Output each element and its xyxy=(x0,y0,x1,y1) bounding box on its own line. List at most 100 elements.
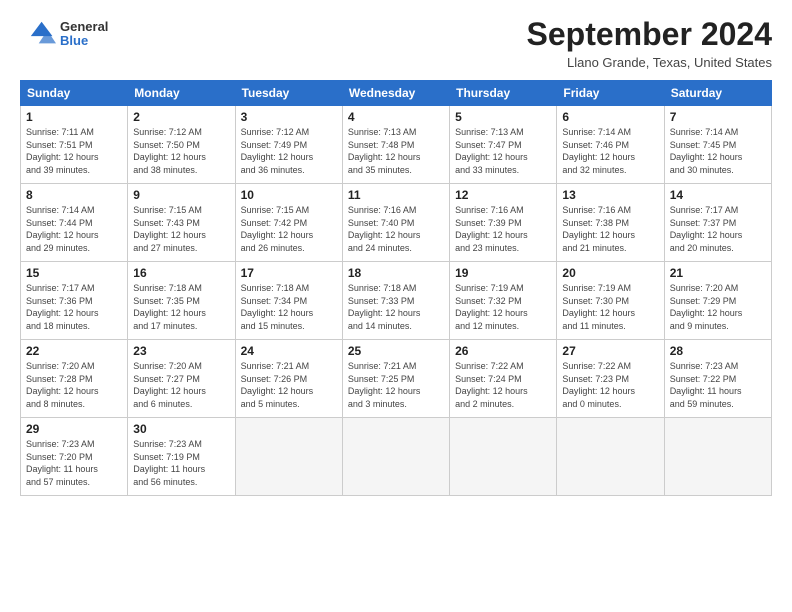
day-info: Sunrise: 7:12 AMSunset: 7:50 PMDaylight:… xyxy=(133,126,229,176)
day-number: 18 xyxy=(348,266,444,280)
day-info: Sunrise: 7:12 AMSunset: 7:49 PMDaylight:… xyxy=(241,126,337,176)
day-info: Sunrise: 7:15 AMSunset: 7:43 PMDaylight:… xyxy=(133,204,229,254)
col-tuesday: Tuesday xyxy=(235,81,342,106)
calendar-cell: 3 Sunrise: 7:12 AMSunset: 7:49 PMDaylight… xyxy=(235,106,342,184)
day-info: Sunrise: 7:23 AMSunset: 7:19 PMDaylight:… xyxy=(133,438,229,488)
day-info: Sunrise: 7:18 AMSunset: 7:34 PMDaylight:… xyxy=(241,282,337,332)
page: General Blue September 2024 Llano Grande… xyxy=(0,0,792,612)
calendar-cell xyxy=(664,418,771,496)
day-info: Sunrise: 7:21 AMSunset: 7:25 PMDaylight:… xyxy=(348,360,444,410)
calendar-cell: 17 Sunrise: 7:18 AMSunset: 7:34 PMDayligh… xyxy=(235,262,342,340)
day-number: 7 xyxy=(670,110,766,124)
calendar-cell: 21 Sunrise: 7:20 AMSunset: 7:29 PMDayligh… xyxy=(664,262,771,340)
day-number: 17 xyxy=(241,266,337,280)
logo-icon xyxy=(20,16,56,52)
week-row-3: 15 Sunrise: 7:17 AMSunset: 7:36 PMDayligh… xyxy=(21,262,772,340)
day-info: Sunrise: 7:21 AMSunset: 7:26 PMDaylight:… xyxy=(241,360,337,410)
day-number: 16 xyxy=(133,266,229,280)
calendar-cell xyxy=(450,418,557,496)
logo-blue: Blue xyxy=(60,34,108,48)
day-number: 30 xyxy=(133,422,229,436)
week-row-1: 1Sunrise: 7:11 AMSunset: 7:51 PMDaylight… xyxy=(21,106,772,184)
day-info: Sunrise: 7:18 AMSunset: 7:33 PMDaylight:… xyxy=(348,282,444,332)
day-number: 27 xyxy=(562,344,658,358)
calendar-cell: 15 Sunrise: 7:17 AMSunset: 7:36 PMDayligh… xyxy=(21,262,128,340)
day-info: Sunrise: 7:16 AMSunset: 7:40 PMDaylight:… xyxy=(348,204,444,254)
logo-general: General xyxy=(60,20,108,34)
day-info: Sunrise: 7:16 AMSunset: 7:39 PMDaylight:… xyxy=(455,204,551,254)
day-info: Sunrise: 7:22 AMSunset: 7:23 PMDaylight:… xyxy=(562,360,658,410)
calendar-cell: 26Sunrise: 7:22 AMSunset: 7:24 PMDayligh… xyxy=(450,340,557,418)
calendar-cell xyxy=(235,418,342,496)
calendar-cell: 18 Sunrise: 7:18 AMSunset: 7:33 PMDayligh… xyxy=(342,262,449,340)
day-number: 28 xyxy=(670,344,766,358)
logo-text: General Blue xyxy=(60,20,108,49)
day-number: 19 xyxy=(455,266,551,280)
day-info: Sunrise: 7:14 AMSunset: 7:46 PMDaylight:… xyxy=(562,126,658,176)
day-info: Sunrise: 7:19 AMSunset: 7:32 PMDaylight:… xyxy=(455,282,551,332)
calendar-cell: 25 Sunrise: 7:21 AMSunset: 7:25 PMDayligh… xyxy=(342,340,449,418)
day-info: Sunrise: 7:22 AMSunset: 7:24 PMDaylight:… xyxy=(455,360,551,410)
day-info: Sunrise: 7:20 AMSunset: 7:28 PMDaylight:… xyxy=(26,360,122,410)
day-number: 5 xyxy=(455,110,551,124)
title-block: September 2024 Llano Grande, Texas, Unit… xyxy=(527,16,772,70)
day-info: Sunrise: 7:20 AMSunset: 7:27 PMDaylight:… xyxy=(133,360,229,410)
day-number: 4 xyxy=(348,110,444,124)
calendar-cell: 19 Sunrise: 7:19 AMSunset: 7:32 PMDayligh… xyxy=(450,262,557,340)
day-number: 15 xyxy=(26,266,122,280)
calendar-cell: 28 Sunrise: 7:23 AMSunset: 7:22 PMDayligh… xyxy=(664,340,771,418)
calendar-cell: 2 Sunrise: 7:12 AMSunset: 7:50 PMDaylight… xyxy=(128,106,235,184)
day-number: 13 xyxy=(562,188,658,202)
calendar-cell: 7Sunrise: 7:14 AMSunset: 7:45 PMDaylight… xyxy=(664,106,771,184)
calendar-cell: 6 Sunrise: 7:14 AMSunset: 7:46 PMDaylight… xyxy=(557,106,664,184)
calendar-cell: 11 Sunrise: 7:16 AMSunset: 7:40 PMDayligh… xyxy=(342,184,449,262)
month-title: September 2024 xyxy=(527,16,772,53)
day-number: 8 xyxy=(26,188,122,202)
day-info: Sunrise: 7:20 AMSunset: 7:29 PMDaylight:… xyxy=(670,282,766,332)
day-number: 25 xyxy=(348,344,444,358)
col-friday: Friday xyxy=(557,81,664,106)
day-info: Sunrise: 7:18 AMSunset: 7:35 PMDaylight:… xyxy=(133,282,229,332)
calendar-cell: 14 Sunrise: 7:17 AMSunset: 7:37 PMDayligh… xyxy=(664,184,771,262)
day-number: 21 xyxy=(670,266,766,280)
day-number: 2 xyxy=(133,110,229,124)
logo: General Blue xyxy=(20,16,108,52)
day-number: 1 xyxy=(26,110,122,124)
day-number: 3 xyxy=(241,110,337,124)
calendar-cell: 24 Sunrise: 7:21 AMSunset: 7:26 PMDayligh… xyxy=(235,340,342,418)
calendar-header-row: Sunday Monday Tuesday Wednesday Thursday… xyxy=(21,81,772,106)
week-row-4: 22Sunrise: 7:20 AMSunset: 7:28 PMDayligh… xyxy=(21,340,772,418)
calendar-cell xyxy=(342,418,449,496)
col-thursday: Thursday xyxy=(450,81,557,106)
calendar-cell: 12Sunrise: 7:16 AMSunset: 7:39 PMDayligh… xyxy=(450,184,557,262)
day-info: Sunrise: 7:23 AMSunset: 7:22 PMDaylight:… xyxy=(670,360,766,410)
day-number: 29 xyxy=(26,422,122,436)
calendar-cell: 16 Sunrise: 7:18 AMSunset: 7:35 PMDayligh… xyxy=(128,262,235,340)
col-saturday: Saturday xyxy=(664,81,771,106)
col-sunday: Sunday xyxy=(21,81,128,106)
day-info: Sunrise: 7:17 AMSunset: 7:37 PMDaylight:… xyxy=(670,204,766,254)
day-number: 14 xyxy=(670,188,766,202)
day-info: Sunrise: 7:17 AMSunset: 7:36 PMDaylight:… xyxy=(26,282,122,332)
day-number: 9 xyxy=(133,188,229,202)
day-number: 10 xyxy=(241,188,337,202)
calendar-cell: 5Sunrise: 7:13 AMSunset: 7:47 PMDaylight… xyxy=(450,106,557,184)
day-number: 23 xyxy=(133,344,229,358)
day-number: 11 xyxy=(348,188,444,202)
calendar-cell: 29 Sunrise: 7:23 AMSunset: 7:20 PMDayligh… xyxy=(21,418,128,496)
day-number: 24 xyxy=(241,344,337,358)
week-row-2: 8Sunrise: 7:14 AMSunset: 7:44 PMDaylight… xyxy=(21,184,772,262)
day-info: Sunrise: 7:19 AMSunset: 7:30 PMDaylight:… xyxy=(562,282,658,332)
day-number: 20 xyxy=(562,266,658,280)
day-info: Sunrise: 7:23 AMSunset: 7:20 PMDaylight:… xyxy=(26,438,122,488)
day-info: Sunrise: 7:16 AMSunset: 7:38 PMDaylight:… xyxy=(562,204,658,254)
calendar-cell: 22Sunrise: 7:20 AMSunset: 7:28 PMDayligh… xyxy=(21,340,128,418)
calendar-cell: 27 Sunrise: 7:22 AMSunset: 7:23 PMDayligh… xyxy=(557,340,664,418)
day-number: 6 xyxy=(562,110,658,124)
calendar-cell: 23 Sunrise: 7:20 AMSunset: 7:27 PMDayligh… xyxy=(128,340,235,418)
col-wednesday: Wednesday xyxy=(342,81,449,106)
calendar-cell xyxy=(557,418,664,496)
calendar-cell: 30 Sunrise: 7:23 AMSunset: 7:19 PMDayligh… xyxy=(128,418,235,496)
calendar-cell: 10Sunrise: 7:15 AMSunset: 7:42 PMDayligh… xyxy=(235,184,342,262)
calendar-cell: 8Sunrise: 7:14 AMSunset: 7:44 PMDaylight… xyxy=(21,184,128,262)
